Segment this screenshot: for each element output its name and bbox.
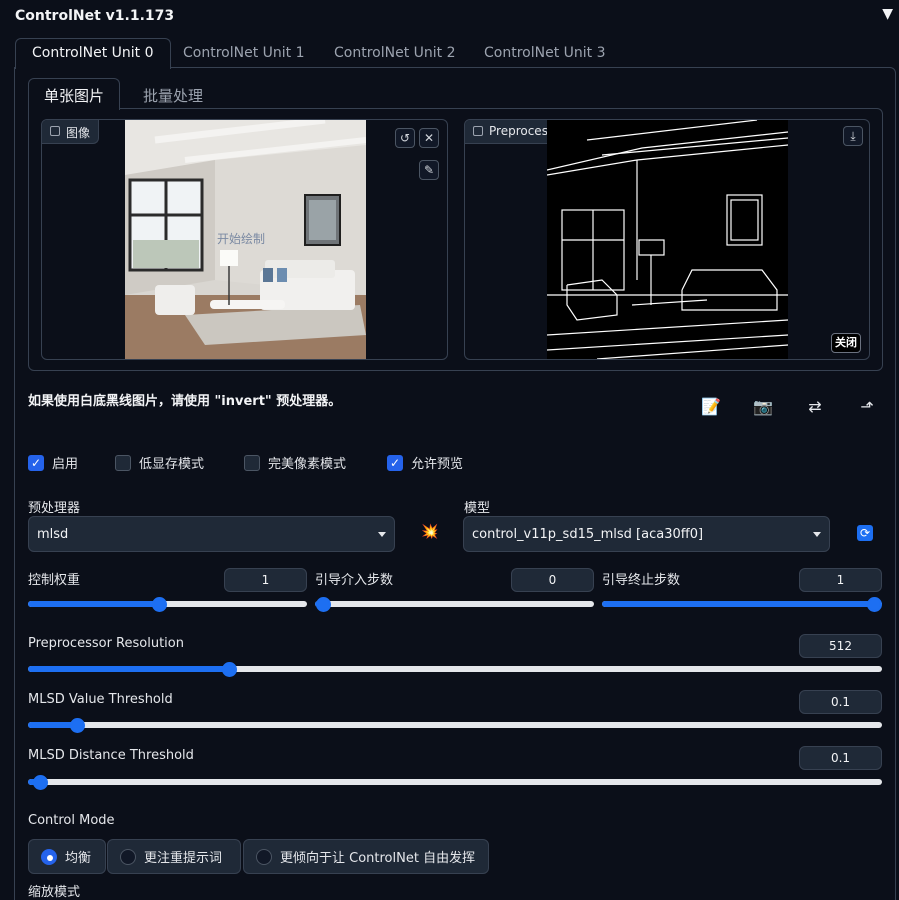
control-mode-controlnet[interactable]: 更倾向于让 ControlNet 自由发挥: [243, 839, 489, 874]
tab-unit-1[interactable]: ControlNet Unit 1: [166, 38, 322, 68]
slider-thumb[interactable]: [152, 596, 168, 612]
model-select[interactable]: control_v11p_sd15_mlsd [aca30ff0]: [463, 516, 830, 552]
image-icon: [50, 126, 60, 136]
close-preview-button[interactable]: 关闭: [831, 333, 861, 353]
run-preprocessor-icon[interactable]: 💥: [421, 524, 438, 540]
tab-unit-3[interactable]: ControlNet Unit 3: [467, 38, 623, 68]
resolution-label: Preprocessor Resolution: [28, 636, 184, 651]
swap-icon[interactable]: ⇄: [803, 397, 827, 416]
notepad-icon[interactable]: 📝: [699, 397, 723, 416]
slider-thumb[interactable]: [866, 596, 882, 612]
chevron-down-icon: [813, 531, 821, 537]
preprocessor-preview: Preprocessor Preview ⤓ 关闭: [464, 119, 870, 360]
tab-batch[interactable]: 批量处理: [127, 78, 219, 109]
weight-slider[interactable]: [28, 596, 307, 612]
radio-label: 更注重提示词: [144, 851, 223, 866]
image-label-text: 图像: [66, 126, 91, 140]
chevron-down-icon: [378, 531, 386, 537]
control-mode-label: Control Mode: [28, 813, 115, 828]
resolution-input[interactable]: 512: [799, 634, 882, 658]
low-vram-label: 低显存模式: [139, 457, 205, 472]
start-step-input[interactable]: 0: [511, 568, 594, 592]
value-threshold-label: MLSD Value Threshold: [28, 692, 173, 707]
brush-icon[interactable]: ✎: [419, 160, 439, 180]
undo-icon[interactable]: ↺: [395, 128, 415, 148]
resize-mode-label: 缩放模式: [28, 885, 81, 900]
weight-label: 控制权重: [28, 573, 81, 588]
preprocessor-select[interactable]: mlsd: [28, 516, 395, 552]
image-icon: [473, 126, 483, 136]
model-label: 模型: [464, 501, 491, 516]
checkbox-box: [244, 454, 260, 471]
preprocessor-label: 预处理器: [28, 501, 81, 516]
check-icon: ✓: [387, 454, 403, 471]
enable-label: 启用: [52, 457, 79, 472]
radio-label: 更倾向于让 ControlNet 自由发挥: [280, 851, 476, 866]
slider-thumb[interactable]: [70, 717, 86, 733]
check-icon: ✓: [28, 454, 44, 471]
edge-map: [547, 120, 788, 359]
value-threshold-slider[interactable]: [28, 717, 882, 733]
radio-selected-icon: [41, 848, 57, 865]
pixel-perfect-label: 完美像素模式: [268, 457, 347, 472]
radio-icon: [256, 848, 272, 865]
tab-unit-2[interactable]: ControlNet Unit 2: [317, 38, 473, 68]
image-input[interactable]: 图像 开始绘制 ↺ ✕ ✎: [41, 119, 448, 360]
enable-checkbox[interactable]: ✓ 启用: [28, 453, 78, 472]
end-step-input[interactable]: 1: [799, 568, 882, 592]
slider-thumb[interactable]: [32, 774, 48, 790]
allow-preview-checkbox[interactable]: ✓ 允许预览: [387, 453, 463, 472]
control-mode-prompt[interactable]: 更注重提示词: [107, 839, 241, 874]
tab-single-image[interactable]: 单张图片: [28, 78, 121, 110]
tab-unit-0[interactable]: ControlNet Unit 0: [15, 38, 171, 69]
end-step-slider[interactable]: [602, 596, 882, 612]
model-value: control_v11p_sd15_mlsd [aca30ff0]: [472, 526, 704, 542]
slider-thumb[interactable]: [222, 661, 238, 677]
allow-preview-label: 允许预览: [411, 457, 464, 472]
app-title: ControlNet v1.1.173: [15, 8, 175, 24]
distance-threshold-input[interactable]: 0.1: [799, 746, 882, 770]
collapse-icon[interactable]: ▼: [882, 6, 893, 22]
send-dimensions-icon[interactable]: ⬏: [855, 397, 879, 416]
low-vram-checkbox[interactable]: 低显存模式: [115, 453, 204, 472]
camera-icon[interactable]: 📷: [751, 397, 775, 416]
canvas-overlay-text: 开始绘制: [217, 232, 266, 246]
distance-threshold-slider[interactable]: [28, 774, 882, 790]
resolution-slider[interactable]: [28, 661, 882, 677]
control-mode-balanced[interactable]: 均衡: [28, 839, 106, 874]
close-icon[interactable]: ✕: [419, 128, 439, 148]
distance-threshold-label: MLSD Distance Threshold: [28, 748, 194, 763]
weight-input[interactable]: 1: [224, 568, 307, 592]
value-threshold-input[interactable]: 0.1: [799, 690, 882, 714]
refresh-icon[interactable]: ⟳: [857, 525, 873, 541]
pixel-perfect-checkbox[interactable]: 完美像素模式: [244, 453, 346, 472]
download-icon[interactable]: ⤓: [843, 126, 863, 146]
end-step-label: 引导终止步数: [602, 573, 681, 588]
checkbox-box: [115, 454, 131, 471]
invert-hint: 如果使用白底黑线图片，请使用 "invert" 预处理器。: [28, 394, 342, 409]
preprocessor-value: mlsd: [37, 526, 69, 542]
radio-icon: [120, 848, 136, 865]
start-step-slider[interactable]: [315, 596, 594, 612]
slider-thumb[interactable]: [315, 596, 331, 612]
start-step-label: 引导介入步数: [315, 573, 394, 588]
image-label: 图像: [42, 120, 100, 144]
radio-label: 均衡: [65, 851, 92, 866]
